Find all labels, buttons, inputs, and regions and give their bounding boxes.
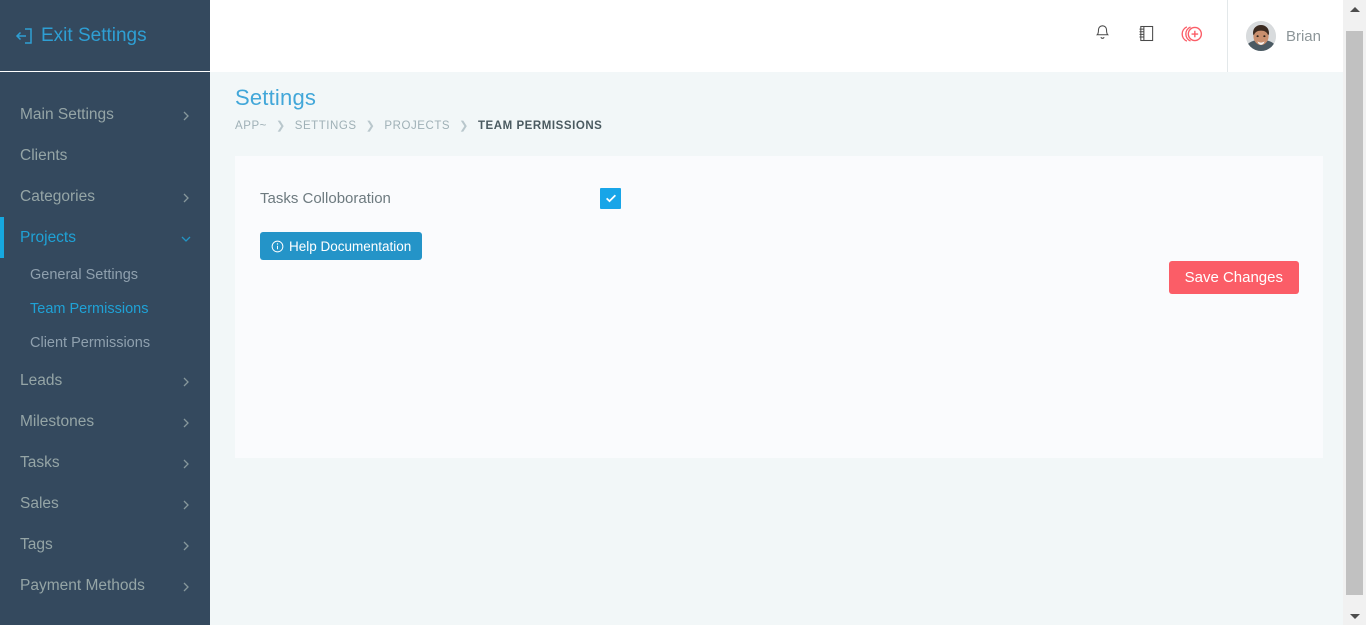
sidebar-item-clients[interactable]: Clients <box>0 135 210 176</box>
breadcrumb-item-settings[interactable]: SETTINGS <box>295 120 357 132</box>
sidebar-item-label: Projects <box>20 229 180 247</box>
sidebar-item-label: Clients <box>20 147 192 165</box>
sidebar-item-general-settings[interactable]: General Settings <box>0 258 210 292</box>
chevron-right-icon <box>180 416 192 428</box>
sidebar-item-label: Tasks <box>20 454 180 472</box>
sidebar-subitem-label: General Settings <box>30 267 138 283</box>
topbar-divider <box>1227 0 1228 72</box>
sidebar-header: Exit Settings <box>0 0 210 72</box>
sidebar-item-projects[interactable]: Projects <box>0 217 210 258</box>
scroll-down-arrow[interactable] <box>1343 607 1366 625</box>
chevron-down-icon <box>180 232 192 244</box>
avatar-photo <box>1246 22 1276 51</box>
add-new-circles-icon <box>1178 23 1204 50</box>
sidebar-item-label: Categories <box>20 188 180 206</box>
add-new-button[interactable] <box>1169 0 1213 72</box>
sidebar-item-label: Main Settings <box>20 106 180 124</box>
sidebar-subitem-label: Client Permissions <box>30 335 150 351</box>
breadcrumb: APP~ ❯ SETTINGS ❯ PROJECTS ❯ TEAM PERMIS… <box>235 119 1343 132</box>
chevron-right-icon <box>180 498 192 510</box>
settings-sidebar: Exit Settings Main Settings Clients Cate… <box>0 0 210 625</box>
triangle-up-icon <box>1350 7 1360 12</box>
info-circle-icon <box>271 240 284 253</box>
page-scrollbar[interactable] <box>1343 0 1366 625</box>
main-region: Brian Settings APP~ ❯ SETTINGS ❯ PROJECT… <box>210 0 1366 625</box>
page-content: Settings APP~ ❯ SETTINGS ❯ PROJECTS ❯ TE… <box>210 72 1343 625</box>
breadcrumb-item-current: TEAM PERMISSIONS <box>478 120 602 132</box>
sidebar-nav: Main Settings Clients Categories Project… <box>0 72 210 606</box>
sidebar-item-client-permissions[interactable]: Client Permissions <box>0 326 210 360</box>
sidebar-item-label: Milestones <box>20 413 180 431</box>
sidebar-item-sales[interactable]: Sales <box>0 483 210 524</box>
sidebar-item-tasks[interactable]: Tasks <box>0 442 210 483</box>
sidebar-item-milestones[interactable]: Milestones <box>0 401 210 442</box>
chevron-right-icon <box>180 191 192 203</box>
scroll-thumb[interactable] <box>1346 31 1363 595</box>
topbar-actions: Brian <box>1081 0 1343 72</box>
exit-settings-label: Exit Settings <box>41 26 147 45</box>
chevron-right-icon <box>180 580 192 592</box>
avatar <box>1246 21 1276 51</box>
user-menu[interactable]: Brian <box>1234 0 1343 72</box>
tasks-collaboration-checkbox[interactable] <box>600 188 621 209</box>
check-icon <box>604 191 618 205</box>
topbar: Brian <box>210 0 1343 72</box>
chevron-right-icon <box>180 457 192 469</box>
active-accent-bar <box>0 217 4 258</box>
sidebar-item-categories[interactable]: Categories <box>0 176 210 217</box>
sidebar-item-label: Sales <box>20 495 180 513</box>
permission-row-tasks-collaboration: Tasks Colloboration <box>260 178 1290 218</box>
chevron-right-icon: ❯ <box>459 119 469 132</box>
user-name: Brian <box>1286 28 1321 45</box>
sidebar-subitem-label: Team Permissions <box>30 301 148 317</box>
breadcrumb-item-app[interactable]: APP~ <box>235 120 267 132</box>
notes-button[interactable] <box>1125 0 1169 72</box>
scroll-up-arrow[interactable] <box>1343 0 1366 18</box>
page-title: Settings <box>235 85 1343 111</box>
sidebar-item-team-permissions[interactable]: Team Permissions <box>0 292 210 326</box>
exit-settings-button[interactable]: Exit Settings <box>14 26 147 46</box>
sidebar-item-main-settings[interactable]: Main Settings <box>0 94 210 135</box>
chevron-right-icon: ❯ <box>276 119 286 132</box>
sidebar-item-leads[interactable]: Leads <box>0 360 210 401</box>
permissions-card: Tasks Colloboration <box>235 156 1323 458</box>
chevron-right-icon <box>180 375 192 387</box>
settings-app: Exit Settings Main Settings Clients Cate… <box>0 0 1366 625</box>
notifications-button[interactable] <box>1081 0 1125 72</box>
permission-label: Tasks Colloboration <box>260 190 600 207</box>
exit-arrow-icon <box>14 26 34 46</box>
sidebar-item-payment-methods[interactable]: Payment Methods <box>0 565 210 606</box>
sidebar-item-label: Payment Methods <box>20 577 180 595</box>
help-documentation-label: Help Documentation <box>289 239 411 254</box>
breadcrumb-item-projects[interactable]: PROJECTS <box>384 120 450 132</box>
sidebar-item-label: Tags <box>20 536 180 554</box>
sidebar-item-label: Leads <box>20 372 180 390</box>
chevron-right-icon <box>180 109 192 121</box>
chevron-right-icon <box>180 539 192 551</box>
help-documentation-button[interactable]: Help Documentation <box>260 232 422 260</box>
save-changes-button[interactable]: Save Changes <box>1169 261 1299 294</box>
triangle-down-icon <box>1350 614 1360 619</box>
chevron-right-icon: ❯ <box>366 119 376 132</box>
sidebar-item-tags[interactable]: Tags <box>0 524 210 565</box>
bell-icon <box>1092 23 1113 49</box>
notebook-icon <box>1136 23 1157 49</box>
